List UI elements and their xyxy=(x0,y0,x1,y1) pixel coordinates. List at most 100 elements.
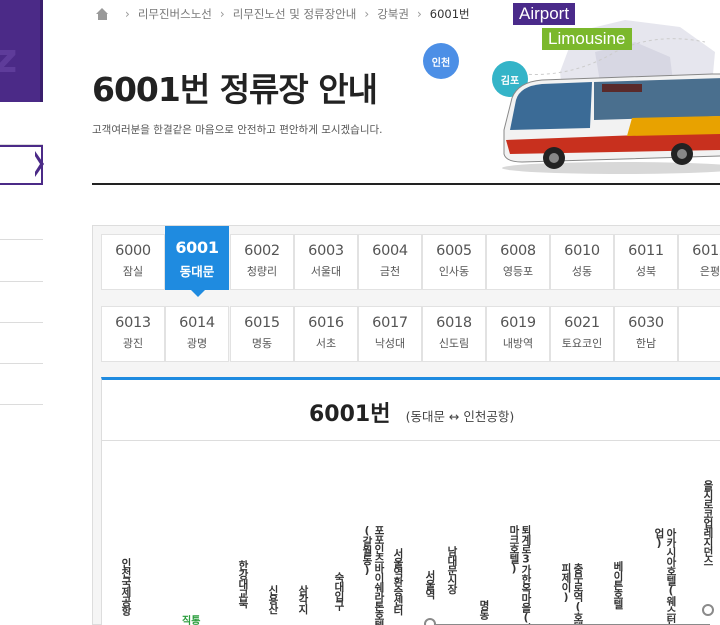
panel-divider xyxy=(102,440,720,441)
stop-label[interactable]: 포포인츠바이쉐라톤호텔(갈월동) xyxy=(361,525,385,625)
stop-label[interactable]: 베이튼호텔 xyxy=(612,561,624,609)
route-tab[interactable]: 6030 한남 xyxy=(614,306,678,362)
route-tab-name: 명동 xyxy=(251,337,273,350)
city-marker-incheon: 인천 xyxy=(423,43,459,79)
route-tab-name: 광명 xyxy=(186,337,208,350)
page: z › 리무진버스노선 › 리무진노선 및 정류장안내 › 강북권 › 6001… xyxy=(0,0,720,625)
route-tab-number: 6015 xyxy=(244,315,280,331)
limousine-badge: Limousine xyxy=(542,28,632,50)
home-icon[interactable] xyxy=(96,8,109,20)
title-divider xyxy=(92,183,720,185)
route-tab-number: 6003 xyxy=(308,243,344,259)
sidebar-menu-item[interactable] xyxy=(0,364,43,405)
chevron-right-icon: › xyxy=(125,7,130,21)
stop-marker[interactable] xyxy=(702,604,714,616)
route-tab-number: 6005 xyxy=(436,243,472,259)
chevron-right-icon: › xyxy=(219,7,225,21)
chevron-right-icon: › xyxy=(364,7,370,21)
breadcrumb-item[interactable]: 리무진노선 및 정류장안내 xyxy=(233,6,357,22)
route-tab-name: 은평 xyxy=(699,265,720,278)
route-tab[interactable]: 6016 서초 xyxy=(294,306,358,362)
route-tab-number: 6017 xyxy=(372,315,408,331)
stop-label[interactable]: 서울역 xyxy=(424,570,436,599)
stop-label[interactable]: 명동 xyxy=(478,600,490,619)
route-tab-name: 영등포 xyxy=(502,265,534,278)
route-tab[interactable]: 6010 성동 xyxy=(550,234,614,290)
route-tab[interactable]: 6003 서울대 xyxy=(294,234,358,290)
route-tab-name: 금천 xyxy=(379,265,401,278)
route-tab-name: 성북 xyxy=(635,265,657,278)
sidebar-active-arrow-icon xyxy=(33,151,44,177)
route-tab[interactable]: 6018 신도림 xyxy=(422,306,486,362)
route-tab-name: 인사동 xyxy=(438,265,470,278)
route-description: (동대문 ↔ 인천공항) xyxy=(405,409,515,424)
stop-label[interactable]: 한강대교북 xyxy=(237,560,249,608)
stop-label[interactable]: 아카시아호텔(웨스턴코업) xyxy=(653,528,677,625)
sidebar-menu-item[interactable] xyxy=(0,240,43,282)
route-tab[interactable]: 6008 영등포 xyxy=(486,234,550,290)
sidebar-logo-block: z xyxy=(0,0,43,102)
route-tab[interactable]: 6011 성북 xyxy=(614,234,678,290)
stop-label[interactable]: 신용산 xyxy=(267,585,279,614)
route-tab-name: 한남 xyxy=(635,337,657,350)
route-tab-number: 6013 xyxy=(115,315,151,331)
route-tab-number: 6010 xyxy=(564,243,600,259)
route-tab-name: 잠실 xyxy=(122,265,144,278)
route-tab[interactable]: 6021 토요코인 xyxy=(550,306,614,362)
route-tab-name: 낙성대 xyxy=(374,337,406,350)
direct-label: 직통 xyxy=(182,616,201,625)
route-tab-number: 6001 xyxy=(175,238,219,257)
sidebar-menu-item[interactable] xyxy=(0,102,43,145)
stop-label[interactable]: 삼각지 xyxy=(297,585,309,614)
route-tab-number: 6014 xyxy=(179,315,215,331)
route-tab-active[interactable]: 6001 동대문 xyxy=(165,226,229,297)
route-tab[interactable]: 6012 은평 xyxy=(678,234,720,290)
route-tab-number: 6002 xyxy=(244,243,280,259)
route-tab-name: 신도림 xyxy=(438,337,470,350)
stop-label[interactable]: 을지로코업레지던스 xyxy=(702,480,714,566)
route-tab[interactable]: 6015 명동 xyxy=(230,306,294,362)
stop-label[interactable]: 퇴계로3가한옥마을(티마크호텔) xyxy=(508,525,532,625)
breadcrumb-item[interactable]: 리무진버스노선 xyxy=(138,6,212,22)
airport-badge: Airport xyxy=(513,3,576,25)
route-tab[interactable]: 6002 청량리 xyxy=(230,234,294,290)
stop-label[interactable]: 서울역환승센터 xyxy=(392,548,404,615)
route-tab-name: 서초 xyxy=(315,337,337,350)
route-tab[interactable]: 6000 잠실 xyxy=(101,234,165,290)
route-tab-number: 6016 xyxy=(308,315,344,331)
route-number: 6001번 xyxy=(309,402,391,427)
route-tab[interactable]: 6019 내방역 xyxy=(486,306,550,362)
route-tab-number: 6011 xyxy=(628,243,664,259)
route-tab-name: 토요코인 xyxy=(561,337,603,350)
route-tab[interactable]: 6014 광명 xyxy=(165,306,229,362)
route-tab-name: 성동 xyxy=(571,265,593,278)
page-title: 6001번 정류장 안내 xyxy=(92,70,378,109)
sidebar-menu-item[interactable] xyxy=(0,185,43,240)
route-title: 6001번 (동대문 ↔ 인천공항) xyxy=(309,396,514,428)
sidebar-menu-item[interactable] xyxy=(0,282,43,323)
route-tab-name: 광진 xyxy=(122,337,144,350)
route-tab[interactable]: 6017 낙성대 xyxy=(358,306,422,362)
route-tab-name: 동대문 xyxy=(179,264,215,279)
bus-illustration xyxy=(502,73,720,174)
stop-label[interactable]: 충무로역(호텔피제이) xyxy=(560,563,584,625)
route-tab-number: 6021 xyxy=(564,315,600,331)
route-tab-number: 6008 xyxy=(500,243,536,259)
stop-marker[interactable] xyxy=(424,618,436,625)
route-detail-panel: 6001번 (동대문 ↔ 인천공항) 인천국제공항 직통 한강대교북 신용산 삼… xyxy=(101,377,720,625)
route-tab-number: 6000 xyxy=(115,243,151,259)
stop-label[interactable]: 남대문시장 xyxy=(446,546,458,594)
route-tab-name: 청량리 xyxy=(246,265,278,278)
sidebar-menu-item[interactable] xyxy=(0,323,43,364)
route-tab[interactable]: 6013 광진 xyxy=(101,306,165,362)
route-tab[interactable]: 6004 금천 xyxy=(358,234,422,290)
route-tab-name: 서울대 xyxy=(310,265,342,278)
route-tab-number: 6004 xyxy=(372,243,408,259)
route-tab-number: 6019 xyxy=(500,315,536,331)
route-tab-number: 6030 xyxy=(628,315,664,331)
route-tab-number: 6012 xyxy=(692,243,720,259)
route-tab[interactable]: 6005 인사동 xyxy=(422,234,486,290)
stop-label[interactable]: 숙대입구 xyxy=(333,572,345,610)
stop-label[interactable]: 인천국제공항 xyxy=(120,558,132,615)
route-tab-number: 6018 xyxy=(436,315,472,331)
